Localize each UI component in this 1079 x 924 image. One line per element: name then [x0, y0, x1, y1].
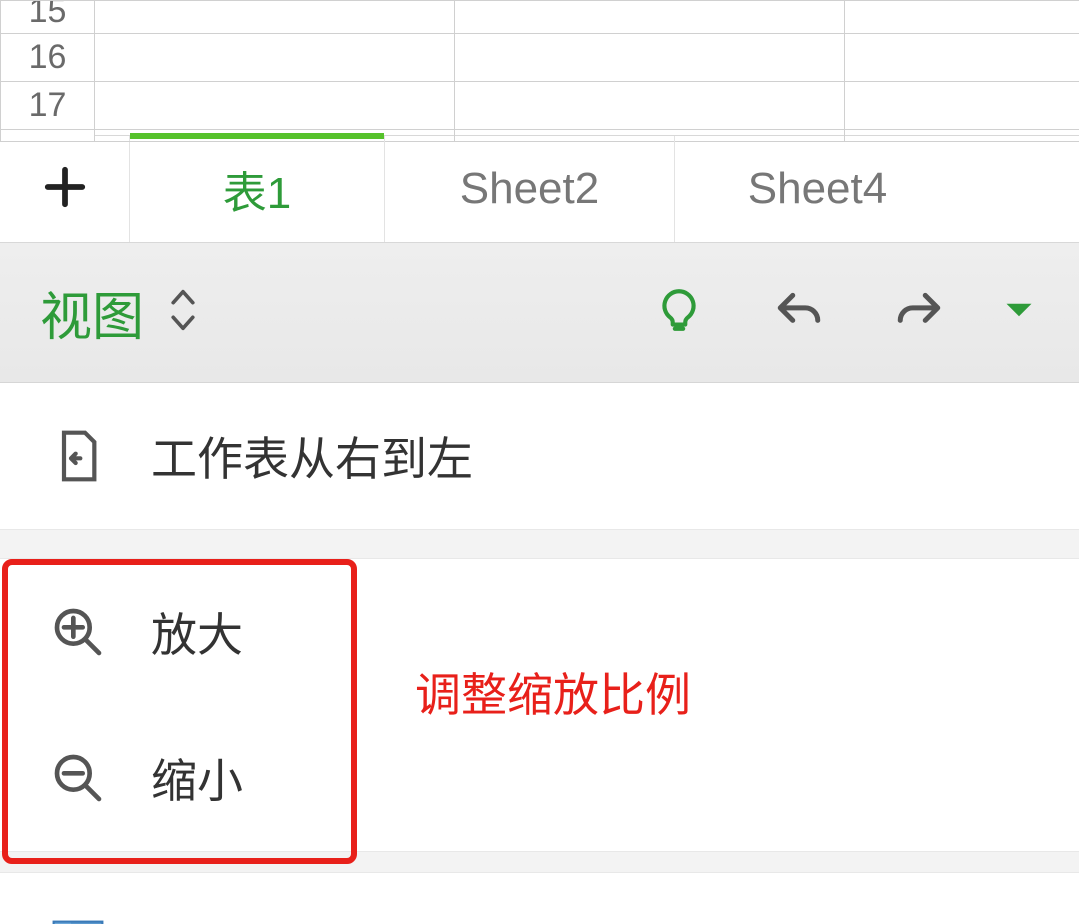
redo-button[interactable]	[859, 285, 979, 340]
row-header[interactable]: 16	[0, 34, 95, 82]
annotation-text: 调整缩放比例	[415, 659, 691, 725]
undo-icon	[774, 285, 824, 340]
sheet-tab[interactable]: Sheet4	[675, 136, 960, 242]
cell[interactable]	[455, 0, 845, 34]
sheet-tab-active[interactable]: 表1	[130, 136, 385, 242]
cells-area[interactable]	[95, 0, 1079, 142]
cell[interactable]	[95, 82, 455, 130]
zoom-group: 放大 缩小 调整缩放比例	[0, 559, 1079, 851]
caret-down-icon	[1004, 301, 1034, 324]
freeze-panes-icon	[50, 918, 106, 924]
row-headers: 15 16 17	[0, 0, 95, 142]
cell[interactable]	[845, 34, 1079, 82]
hint-button[interactable]	[619, 285, 739, 340]
cell[interactable]	[95, 34, 455, 82]
bottom-toolbar: 视图	[0, 243, 1079, 383]
zoom-out-icon	[50, 750, 106, 806]
file-rtl-icon	[50, 428, 106, 484]
menu-item-label: 放大	[151, 599, 243, 665]
menu-separator	[0, 851, 1079, 873]
chevron-right-icon	[1007, 919, 1039, 924]
sheet-tab-label: 表1	[223, 157, 291, 221]
up-down-chevron-icon[interactable]	[168, 288, 198, 337]
menu-item-zoom-out[interactable]: 缩小	[0, 705, 1079, 851]
menu-item-rtl[interactable]: 工作表从右到左	[0, 383, 1079, 529]
menu-item-label: 缩小	[151, 745, 243, 811]
row-header[interactable]: 17	[0, 82, 95, 130]
sheet-tab[interactable]	[960, 136, 1079, 242]
cell[interactable]	[845, 0, 1079, 34]
undo-button[interactable]	[739, 285, 859, 340]
row-header[interactable]	[0, 130, 95, 142]
lightbulb-icon	[654, 285, 704, 340]
toolbar-mode-label[interactable]: 视图	[40, 275, 144, 350]
menu-item-label: 工作表从右到左	[151, 423, 473, 489]
sheet-tab-bar: 表1 Sheet2 Sheet4	[0, 135, 1079, 243]
redo-icon	[894, 285, 944, 340]
cell[interactable]	[95, 0, 455, 34]
cell[interactable]	[455, 82, 845, 130]
sheet-tab-label: Sheet2	[460, 164, 599, 214]
view-options-menu: 工作表从右到左 放大 缩小 调整缩放比例 冻结窗格	[0, 383, 1079, 924]
toolbar-dropdown-button[interactable]	[979, 301, 1059, 324]
spreadsheet-grid[interactable]: 15 16 17	[0, 0, 1079, 135]
row-header[interactable]: 15	[0, 0, 95, 34]
plus-icon	[42, 155, 88, 224]
sheet-tab[interactable]: Sheet2	[385, 136, 675, 242]
menu-separator	[0, 529, 1079, 559]
sheet-tab-label: Sheet4	[748, 164, 887, 214]
cell[interactable]	[845, 82, 1079, 130]
zoom-in-icon	[50, 604, 106, 660]
add-sheet-button[interactable]	[0, 136, 130, 242]
cell[interactable]	[455, 34, 845, 82]
menu-item-freeze-panes[interactable]: 冻结窗格	[0, 873, 1079, 924]
menu-item-label: 冻结窗格	[151, 913, 335, 924]
